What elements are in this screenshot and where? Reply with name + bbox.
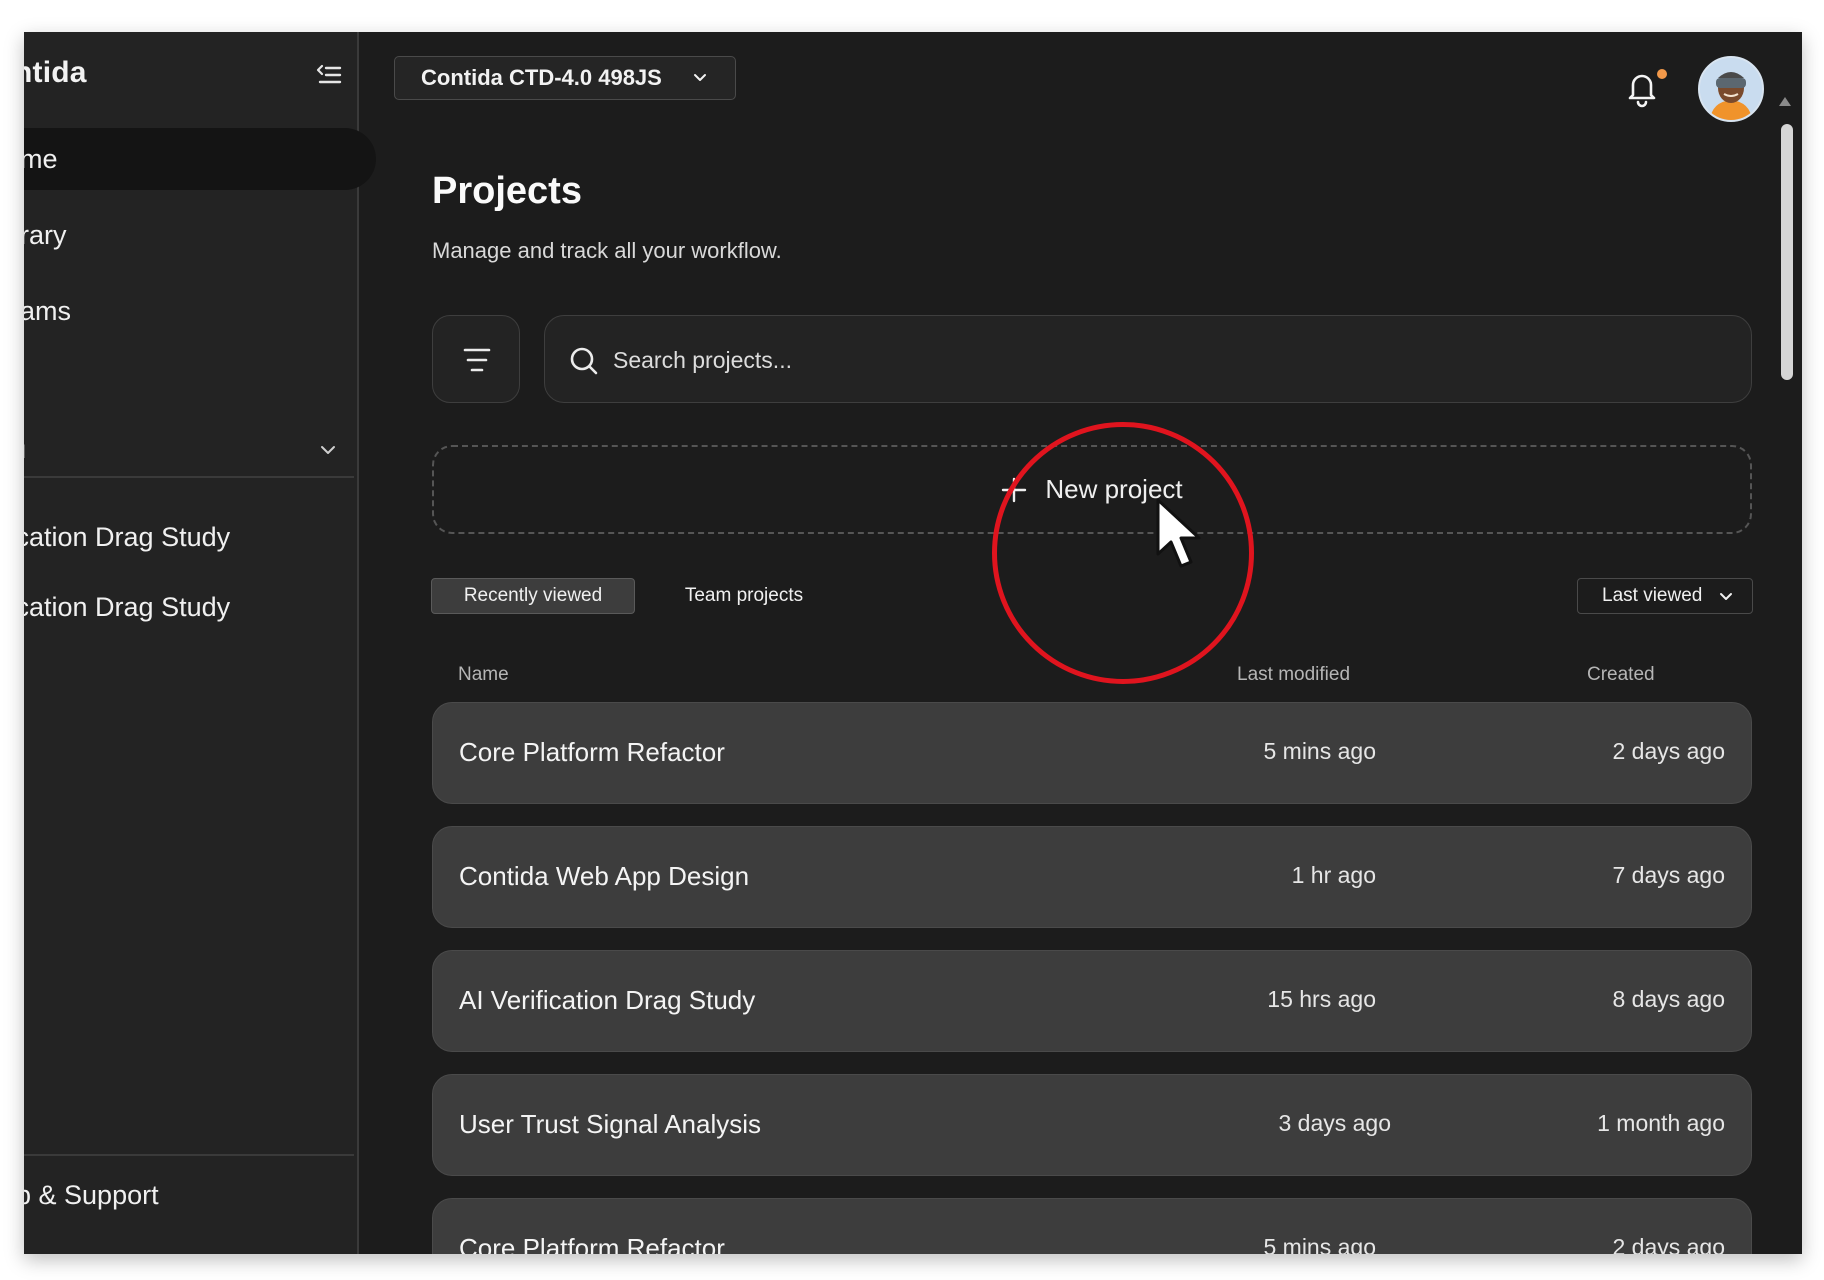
sidebar-item-home[interactable]: me bbox=[24, 128, 376, 190]
sidebar: ntida me rary ams d fication Drag Study … bbox=[24, 32, 376, 1254]
chevron-down-icon bbox=[694, 74, 706, 81]
sidebar-section-label: d bbox=[24, 442, 26, 463]
workspace-selector[interactable]: Contida CTD-4.0 498JS bbox=[394, 56, 736, 100]
new-project-button[interactable]: New project bbox=[432, 445, 1752, 534]
sidebar-item-label: ams bbox=[24, 295, 72, 326]
page-subtitle: Manage and track all your workflow. bbox=[432, 238, 782, 263]
project-last-modified: 15 hrs ago bbox=[1267, 986, 1376, 1012]
project-created: 8 days ago bbox=[1612, 986, 1725, 1012]
sort-dropdown[interactable]: Last viewed bbox=[1577, 578, 1753, 614]
tab-recently-viewed[interactable]: Recently viewed bbox=[431, 578, 635, 614]
project-last-modified: 1 hr ago bbox=[1291, 862, 1376, 888]
scroll-up-icon[interactable] bbox=[1779, 97, 1791, 106]
chevron-down-icon bbox=[1720, 593, 1732, 600]
plus-icon bbox=[1002, 477, 1027, 502]
sort-selected-value: Last viewed bbox=[1602, 585, 1703, 606]
bell-icon[interactable] bbox=[1624, 68, 1660, 108]
sidebar-collapse-icon[interactable] bbox=[314, 60, 344, 90]
search-input[interactable] bbox=[611, 336, 1715, 384]
project-created: 2 days ago bbox=[1612, 738, 1725, 764]
sidebar-item-label: rary bbox=[24, 219, 67, 250]
scrollbar-thumb[interactable] bbox=[1781, 124, 1793, 380]
sidebar-item-library[interactable]: rary bbox=[24, 204, 374, 266]
sidebar-recent-item[interactable]: fication Drag Study bbox=[24, 522, 230, 553]
notification-badge bbox=[1657, 69, 1667, 79]
table-row[interactable]: AI Verification Drag Study 15 hrs ago 8 … bbox=[432, 950, 1752, 1052]
sidebar-divider bbox=[24, 476, 354, 478]
project-created: 1 month ago bbox=[1597, 1110, 1725, 1136]
project-created: 2 days ago bbox=[1612, 1234, 1725, 1254]
column-header-created: Created bbox=[1587, 664, 1655, 685]
project-created: 7 days ago bbox=[1612, 862, 1725, 888]
filter-button[interactable] bbox=[432, 315, 520, 403]
brand-logo-text: ntida bbox=[24, 56, 87, 89]
workspace-name: Contida CTD-4.0 498JS bbox=[421, 65, 662, 90]
search-icon bbox=[570, 347, 598, 375]
sidebar-item-teams[interactable]: ams bbox=[24, 280, 374, 342]
project-last-modified: 5 mins ago bbox=[1263, 738, 1376, 764]
project-name: User Trust Signal Analysis bbox=[459, 1109, 762, 1139]
sidebar-recent-item[interactable]: fication Drag Study bbox=[24, 592, 230, 623]
search-box bbox=[544, 315, 1752, 403]
project-name: Core Platform Refactor bbox=[459, 1233, 725, 1254]
table-row[interactable]: Core Platform Refactor 5 mins ago 2 days… bbox=[432, 1198, 1752, 1254]
project-name: AI Verification Drag Study bbox=[459, 985, 756, 1015]
tab-team-projects[interactable]: Team projects bbox=[664, 578, 824, 614]
chevron-down-icon[interactable] bbox=[316, 438, 340, 462]
app-window: ntida me rary ams d fication Drag Study … bbox=[24, 32, 1802, 1254]
table-row[interactable]: Contida Web App Design 1 hr ago 7 days a… bbox=[432, 826, 1752, 928]
table-row[interactable]: User Trust Signal Analysis 3 days ago 1 … bbox=[432, 1074, 1752, 1176]
avatar-image bbox=[1700, 58, 1762, 120]
sidebar-item-label: me bbox=[24, 143, 58, 174]
avatar[interactable] bbox=[1698, 56, 1764, 122]
project-name: Core Platform Refactor bbox=[459, 737, 725, 767]
column-header-name: Name bbox=[458, 664, 509, 685]
project-last-modified: 3 days ago bbox=[1278, 1110, 1391, 1136]
filter-icon bbox=[463, 348, 491, 372]
page-title: Projects bbox=[432, 170, 582, 212]
project-name: Contida Web App Design bbox=[459, 861, 750, 891]
sidebar-item-help-support[interactable]: lp & Support bbox=[24, 1180, 159, 1211]
new-project-label: New project bbox=[1045, 474, 1183, 504]
sidebar-divider bbox=[24, 1154, 354, 1156]
project-last-modified: 5 mins ago bbox=[1263, 1234, 1376, 1254]
column-header-last-modified: Last modified bbox=[1237, 664, 1351, 685]
table-row[interactable]: Core Platform Refactor 5 mins ago 2 days… bbox=[432, 702, 1752, 804]
